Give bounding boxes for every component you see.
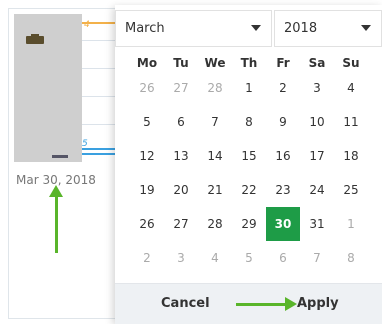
calendar-day[interactable]: 3 bbox=[300, 71, 334, 105]
calendar-day[interactable]: 7 bbox=[300, 241, 334, 275]
annotation-arrow-up-icon bbox=[49, 185, 63, 253]
thumbnail-image[interactable] bbox=[14, 14, 82, 162]
calendar-day[interactable]: 25 bbox=[334, 173, 368, 207]
chart-gridline bbox=[82, 40, 116, 41]
weekday-header: Fr bbox=[276, 56, 290, 70]
calendar-day[interactable]: 31 bbox=[300, 207, 334, 241]
calendar-day[interactable]: 28 bbox=[198, 71, 232, 105]
chevron-down-icon bbox=[251, 25, 261, 31]
calendar-day[interactable]: 6 bbox=[164, 105, 198, 139]
calendar-day[interactable]: 15 bbox=[232, 139, 266, 173]
chevron-down-icon bbox=[361, 25, 371, 31]
thumbnail-chip-icon bbox=[26, 34, 44, 44]
year-select[interactable]: 2018 bbox=[274, 10, 382, 47]
calendar-day[interactable]: 8 bbox=[232, 105, 266, 139]
calendar-day[interactable]: 1 bbox=[232, 71, 266, 105]
calendar-day[interactable]: 6 bbox=[266, 241, 300, 275]
weekday-header: We bbox=[204, 56, 226, 70]
calendar-day[interactable]: 4 bbox=[198, 241, 232, 275]
calendar-day[interactable]: 18 bbox=[334, 139, 368, 173]
calendar-day[interactable]: 11 bbox=[334, 105, 368, 139]
calendar-day[interactable]: 23 bbox=[266, 173, 300, 207]
year-select-value: 2018 bbox=[284, 21, 318, 36]
calendar-day[interactable]: 27 bbox=[164, 71, 198, 105]
weekday-header: Th bbox=[240, 56, 258, 70]
calendar-day[interactable]: 19 bbox=[130, 173, 164, 207]
month-select[interactable]: March bbox=[115, 10, 272, 47]
calendar-day[interactable]: 2 bbox=[130, 241, 164, 275]
weekday-header: Mo bbox=[136, 56, 158, 70]
annotation-arrow-right-icon bbox=[236, 297, 297, 311]
calendar-day[interactable]: 28 bbox=[198, 207, 232, 241]
calendar-day[interactable]: 17 bbox=[300, 139, 334, 173]
chart-gridline bbox=[82, 96, 116, 97]
chart-orange-value: 4 bbox=[84, 20, 90, 30]
calendar-day[interactable]: 2 bbox=[266, 71, 300, 105]
calendar-day[interactable]: 8 bbox=[334, 241, 368, 275]
date-picker-popup: March 2018 Mo Tu We Th Fr Sa Su 26 27 28 1 2 3 4 5 6 7 8… bbox=[115, 5, 382, 324]
chart-gridline bbox=[82, 68, 116, 69]
date-picker-footer: Cancel Apply bbox=[115, 283, 382, 324]
calendar-day[interactable]: 10 bbox=[300, 105, 334, 139]
calendar-day[interactable]: 21 bbox=[198, 173, 232, 207]
calendar-day-selected[interactable]: 30 bbox=[266, 207, 300, 241]
cancel-button[interactable]: Cancel bbox=[161, 284, 210, 324]
chart-gridline bbox=[82, 124, 116, 125]
month-select-value: March bbox=[125, 21, 165, 36]
weekday-header: Sa bbox=[308, 56, 326, 70]
calendar-day[interactable]: 3 bbox=[164, 241, 198, 275]
calendar-day[interactable]: 14 bbox=[198, 139, 232, 173]
calendar-day[interactable]: 26 bbox=[130, 71, 164, 105]
calendar-day[interactable]: 26 bbox=[130, 207, 164, 241]
calendar-day[interactable]: 5 bbox=[232, 241, 266, 275]
calendar-day[interactable]: 9 bbox=[266, 105, 300, 139]
weekday-header: Tu bbox=[173, 56, 189, 70]
chart-blue-line bbox=[82, 148, 116, 150]
weekday-header: Su bbox=[342, 56, 360, 70]
apply-button[interactable]: Apply bbox=[297, 284, 339, 324]
calendar-day[interactable]: 29 bbox=[232, 207, 266, 241]
thumbnail-bar bbox=[52, 155, 68, 158]
chart-blue-line bbox=[82, 153, 116, 155]
calendar-day[interactable]: 13 bbox=[164, 139, 198, 173]
calendar-day[interactable]: 20 bbox=[164, 173, 198, 207]
calendar-day[interactable]: 4 bbox=[334, 71, 368, 105]
calendar-day[interactable]: 24 bbox=[300, 173, 334, 207]
calendar-day[interactable]: 5 bbox=[130, 105, 164, 139]
calendar-day[interactable]: 12 bbox=[130, 139, 164, 173]
calendar-day[interactable]: 16 bbox=[266, 139, 300, 173]
calendar-day[interactable]: 7 bbox=[198, 105, 232, 139]
calendar-day[interactable]: 27 bbox=[164, 207, 198, 241]
calendar-day[interactable]: 1 bbox=[334, 207, 368, 241]
calendar-day[interactable]: 22 bbox=[232, 173, 266, 207]
